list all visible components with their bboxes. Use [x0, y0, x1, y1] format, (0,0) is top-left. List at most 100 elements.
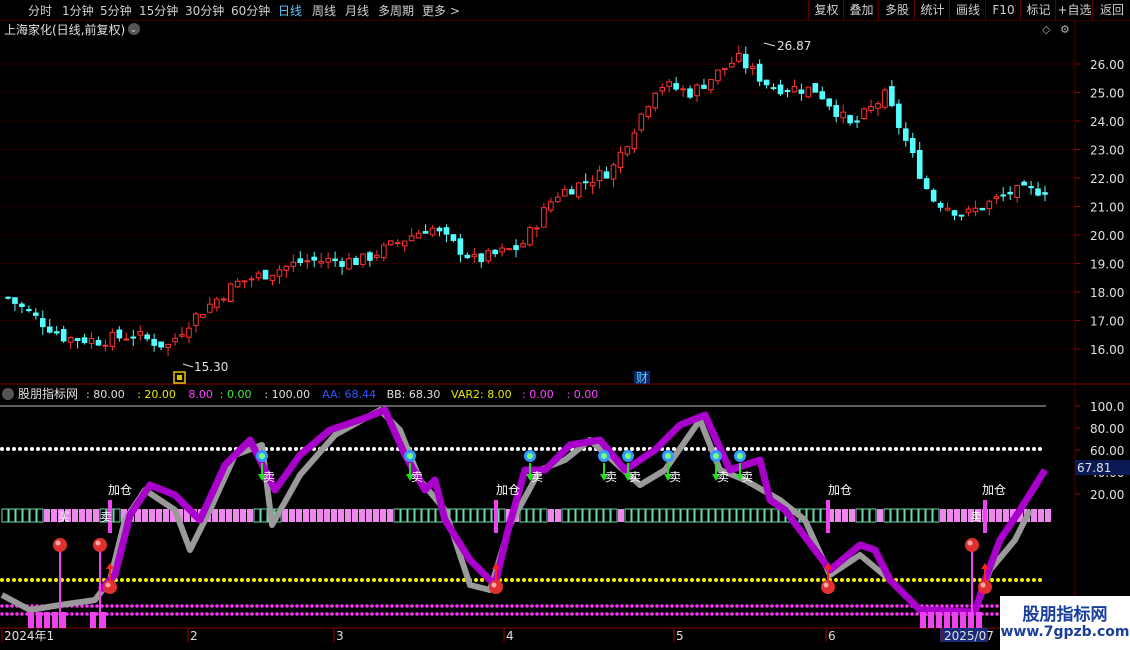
band-cell — [603, 508, 611, 523]
level-80-dot — [12, 447, 16, 451]
financial-report-marker[interactable]: 财 — [636, 371, 648, 385]
diamond-icon[interactable]: ◇ — [1042, 23, 1051, 36]
sell-ball-core — [665, 453, 671, 459]
level-8-dot — [665, 604, 669, 608]
level-6-dot — [750, 612, 754, 616]
level-80-dot — [36, 447, 40, 451]
level-8-dot — [335, 604, 339, 608]
level-6-dot — [665, 612, 669, 616]
level-8-dot — [180, 604, 184, 608]
level-8-dot — [780, 604, 784, 608]
level-20-dot — [990, 578, 994, 582]
level-6-dot — [595, 612, 599, 616]
level-20-dot — [954, 578, 958, 582]
band-cell — [72, 509, 78, 522]
level-6-dot — [340, 612, 344, 616]
band-cell — [414, 508, 422, 523]
add-position-bar — [826, 500, 830, 533]
level-20-dot — [768, 578, 772, 582]
candle-body — [742, 53, 749, 69]
candle-body — [450, 234, 457, 241]
level-6-dot — [270, 612, 274, 616]
level-8-dot — [170, 604, 174, 608]
indicator-value-6: BB: 68.30 — [387, 388, 441, 401]
level-80-dot — [114, 447, 118, 451]
candle-body — [144, 334, 150, 340]
level-8-dot — [210, 604, 214, 608]
band-cell — [526, 508, 534, 523]
level-20-dot — [342, 578, 346, 582]
level-8-dot — [605, 604, 609, 608]
candle-body — [784, 90, 791, 93]
level-20-dot — [720, 578, 724, 582]
level-6-dot — [895, 612, 899, 616]
hist-bar — [944, 612, 950, 628]
candle-body — [937, 202, 944, 208]
level-80-dot — [90, 447, 94, 451]
level-8-dot — [635, 604, 639, 608]
indicator-chevron-icon[interactable] — [2, 388, 14, 400]
candle-body — [722, 67, 728, 71]
candle-body — [944, 207, 951, 211]
candle-body — [506, 248, 512, 251]
level-80-dot — [936, 447, 940, 451]
level-8-dot — [340, 604, 344, 608]
level-20-dot — [780, 578, 784, 582]
level-8-dot — [845, 604, 849, 608]
level-8-dot — [205, 604, 209, 608]
candle-body — [979, 207, 986, 211]
candle-body — [596, 170, 603, 182]
level-6-dot — [480, 612, 484, 616]
level-80-dot — [876, 447, 880, 451]
level-80-dot — [342, 447, 346, 451]
level-6-dot — [205, 612, 209, 616]
settings-icon[interactable]: ⚙ — [1060, 23, 1070, 36]
candle-body — [283, 265, 290, 271]
level-8-dot — [10, 604, 14, 608]
level-80-dot — [456, 447, 460, 451]
level-80-dot — [150, 447, 154, 451]
level-8-dot — [315, 604, 319, 608]
level-6-dot — [415, 612, 419, 616]
level-6-dot — [515, 612, 519, 616]
level-6-dot — [360, 612, 364, 616]
candle-body — [965, 208, 972, 213]
level-20-dot — [120, 578, 124, 582]
level-8-dot — [655, 604, 659, 608]
candle-body — [1035, 188, 1041, 196]
level-6-dot — [765, 612, 769, 616]
hist-bar — [976, 612, 982, 628]
band-cell — [694, 508, 702, 523]
level-8-dot — [450, 604, 454, 608]
level-8-dot — [200, 604, 204, 608]
level-20-dot — [228, 578, 232, 582]
candle-body — [527, 227, 533, 246]
band-cell — [484, 508, 492, 523]
candle-body — [464, 254, 471, 259]
level-80-dot — [144, 447, 148, 451]
candle-body — [367, 252, 373, 261]
candle-body — [708, 78, 714, 91]
level-8-dot — [500, 604, 504, 608]
indicator-value-9: : 0.00 — [567, 388, 599, 401]
level-6-dot — [530, 612, 534, 616]
level-80-dot — [828, 447, 832, 451]
sell-signal-label: 卖 — [717, 470, 729, 484]
price-tick-label: 22.00 — [1090, 172, 1124, 186]
level-6-dot — [180, 612, 184, 616]
level-80-dot — [816, 447, 820, 451]
candle-body — [958, 214, 965, 217]
level-20-dot — [72, 578, 76, 582]
level-6-dot — [700, 612, 704, 616]
level-6-dot — [745, 612, 749, 616]
candle-body — [422, 231, 429, 234]
band-cell — [240, 509, 246, 522]
level-8-dot — [370, 604, 374, 608]
band-cell — [470, 508, 478, 523]
candle-body — [290, 261, 297, 267]
band-cell — [393, 508, 401, 523]
level-80-dot — [288, 447, 292, 451]
level-80-dot — [540, 447, 544, 451]
level-6-dot — [275, 612, 279, 616]
level-8-dot — [630, 604, 634, 608]
